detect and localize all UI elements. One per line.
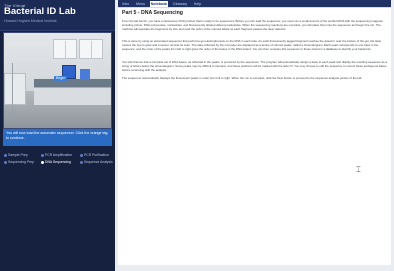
lab-bench-top	[34, 79, 111, 87]
left-panel: The Virtual Bacterial ID Lab Howard Hugh…	[0, 0, 115, 271]
step-sample-prep[interactable]: Sample Prep	[4, 152, 28, 158]
lab-scene: Begin	[3, 32, 112, 129]
lab-stand	[12, 63, 13, 123]
step-dna-sequencing[interactable]: DNA Sequencing	[41, 159, 71, 165]
part-title: Part 5 - DNA Sequencing	[122, 10, 183, 16]
paragraph: You will observe that a complete set of …	[122, 60, 387, 72]
divider	[118, 7, 394, 8]
sample-tray[interactable]	[80, 69, 90, 79]
paragraph: This is done by using an automated seque…	[122, 39, 382, 51]
bottom-margin	[115, 265, 394, 271]
app-window: The Virtual Bacterial ID Lab Howard Hugh…	[0, 0, 394, 271]
step-dot-icon	[80, 153, 83, 157]
step-dot-icon	[41, 153, 44, 157]
lab-bench-cabinet	[34, 87, 111, 105]
step-sequencing-prep[interactable]: Sequencing Prep	[4, 159, 34, 165]
side-bench	[4, 73, 26, 105]
step-pcr-purification[interactable]: PCR Purification	[80, 152, 109, 158]
paragraph: The sequencer automatically displays the…	[122, 76, 363, 80]
paragraph: From the lab bench, you have a cleaned-u…	[122, 19, 384, 31]
step-dot-icon	[4, 160, 7, 164]
instruction-box: You will now load the automatic sequence…	[3, 129, 112, 146]
main-panel: Intro Menu Notebook Glossary Help Part 5…	[118, 0, 394, 265]
tab-bar: Intro Menu Notebook Glossary Help	[118, 0, 394, 7]
step-dot-icon	[41, 160, 44, 164]
brand-header: The Virtual Bacterial ID Lab Howard Hugh…	[0, 0, 115, 31]
step-sequence-analysis[interactable]: Sequence Analysis	[80, 159, 113, 165]
step-dot-icon	[4, 153, 7, 157]
instruction-text: You will now load the automatic sequence…	[6, 131, 108, 140]
brand-title: Bacterial ID Lab	[4, 6, 76, 17]
brand-subtitle: Howard Hughes Medical Institute	[4, 19, 57, 23]
orange-tag[interactable]: Begin	[54, 76, 68, 81]
step-dot-icon	[80, 160, 83, 164]
wall-cabinet	[53, 39, 77, 59]
step-navigation: Sample Prep PCR Amplification PCR Purifi…	[0, 152, 115, 164]
step-pcr-amplification[interactable]: PCR Amplification	[41, 152, 72, 158]
mouse-cursor-icon: ⌶	[356, 165, 361, 174]
wall-cabinet	[79, 39, 103, 59]
